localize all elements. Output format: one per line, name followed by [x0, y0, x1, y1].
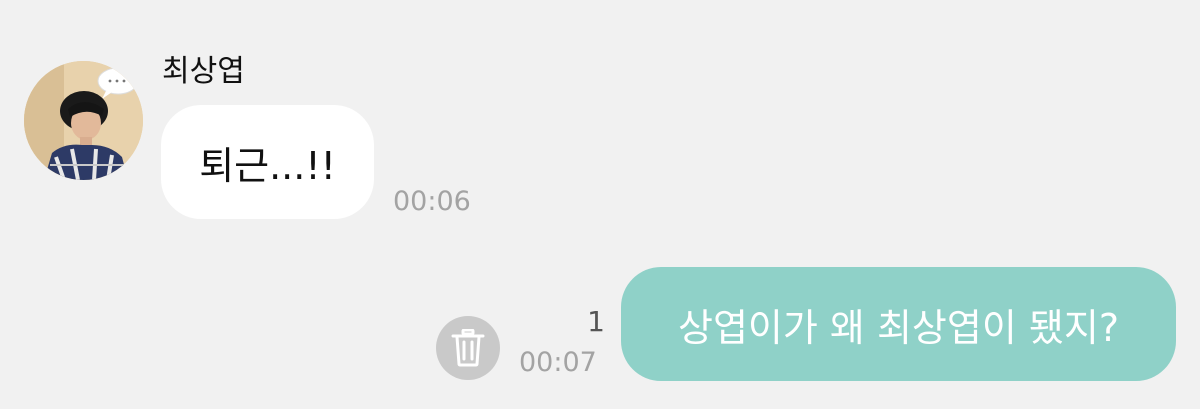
trash-icon: [451, 329, 485, 367]
outgoing-message-time: 00:07: [519, 347, 597, 378]
avatar[interactable]: [24, 61, 143, 180]
delete-button[interactable]: [436, 316, 500, 380]
avatar-photo: [24, 61, 143, 180]
incoming-message-bubble[interactable]: 퇴근...!!: [161, 105, 374, 219]
unread-count: 1: [587, 305, 605, 338]
incoming-message-time: 00:06: [393, 186, 471, 217]
outgoing-message-text: 상엽이가 왜 최상엽이 됐지?: [678, 305, 1119, 350]
sender-name: 최상엽: [162, 54, 245, 89]
incoming-message-text: 퇴근...!!: [199, 143, 336, 188]
outgoing-message-bubble[interactable]: 상엽이가 왜 최상엽이 됐지?: [621, 267, 1176, 381]
